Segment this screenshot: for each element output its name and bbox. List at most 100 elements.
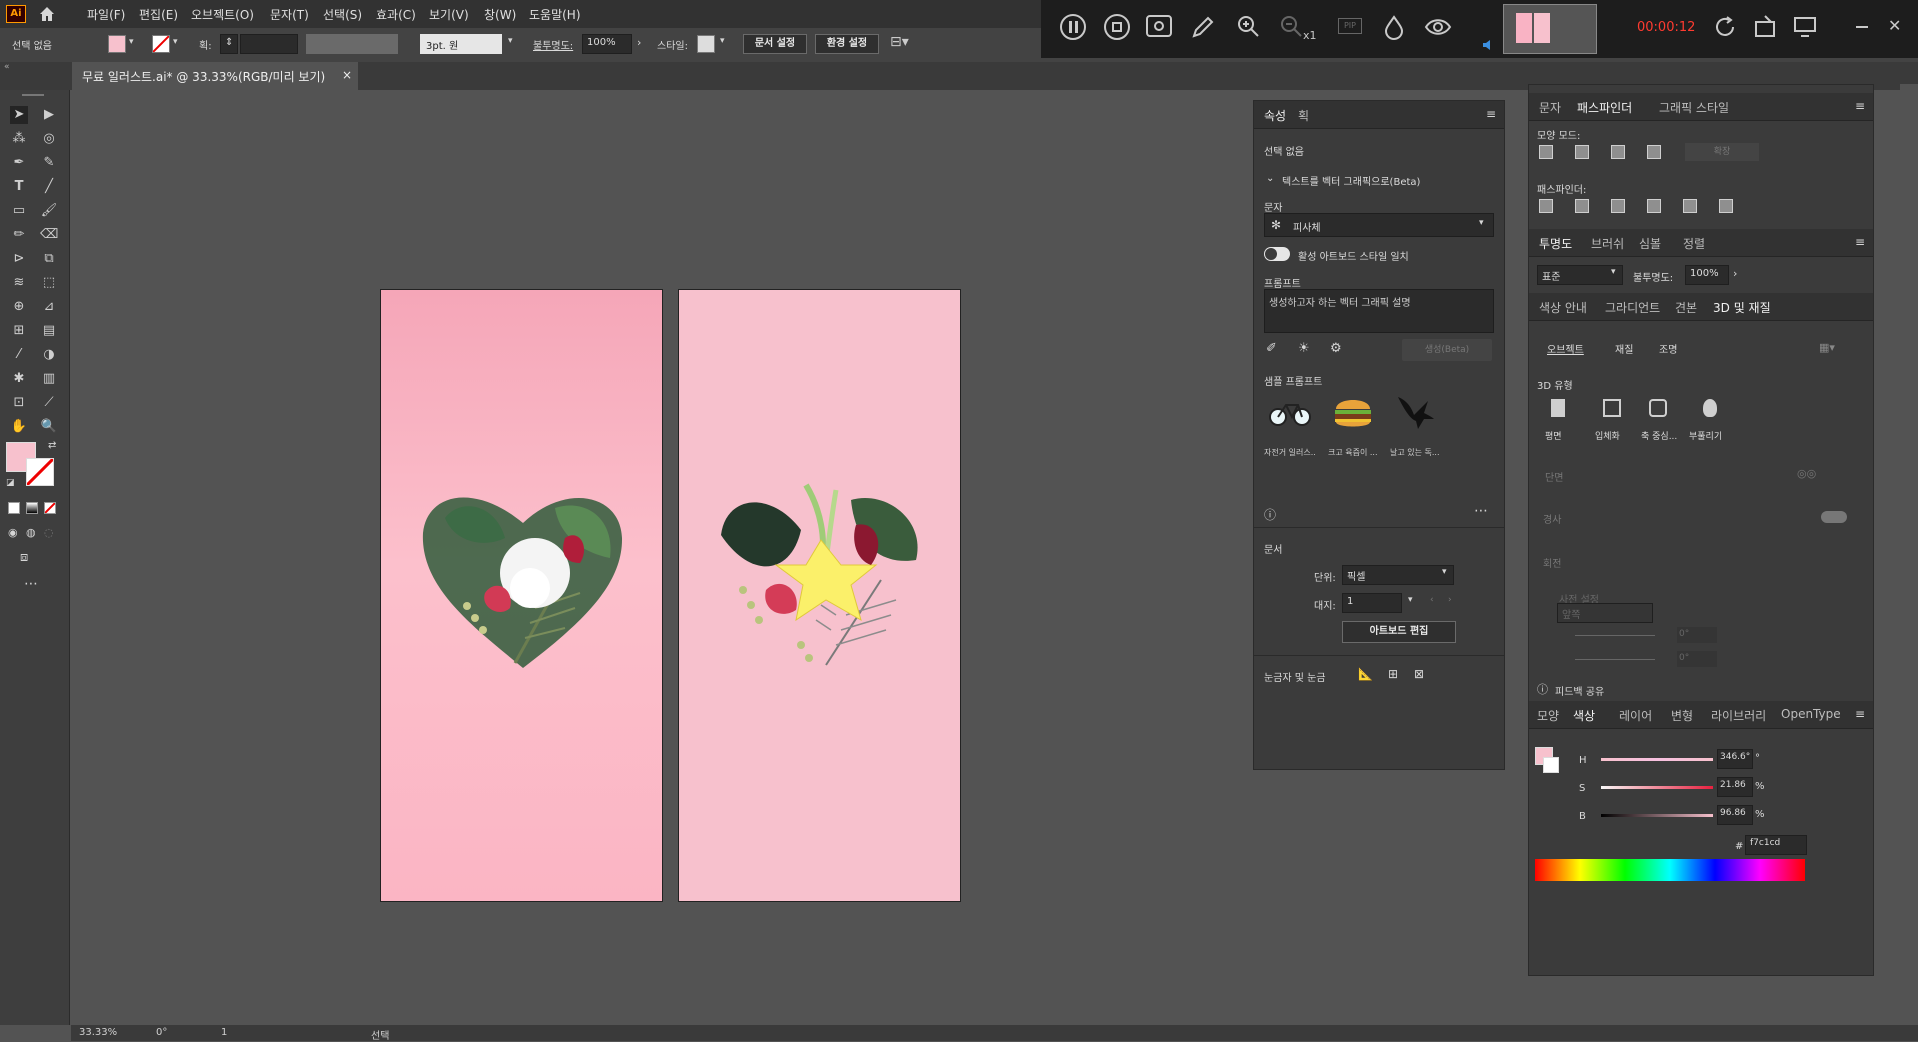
tab-opentype[interactable]: OpenType	[1781, 707, 1841, 721]
artboard-dropdown[interactable]: 1	[1342, 593, 1402, 613]
paintbrush-tool-icon[interactable]: 🖌	[40, 202, 58, 220]
tab-graphic-styles[interactable]: 그래픽 스타일	[1659, 99, 1729, 116]
document-tab[interactable]: 무료 일러스트.ai* @ 33.33%(RGB/미리 보기) ×	[72, 62, 358, 90]
preview-thumbnail[interactable]	[1503, 4, 1597, 54]
render-icon[interactable]: ▦▾	[1819, 341, 1835, 354]
menu-effect[interactable]: 효과(C)	[376, 6, 416, 23]
style-picker-icon[interactable]: ✐	[1266, 341, 1277, 356]
merge-icon[interactable]	[1611, 199, 1625, 213]
tab-gradient[interactable]: 그라디언트	[1605, 299, 1660, 316]
status-mode[interactable]: 선택	[371, 1027, 389, 1042]
rotation-field[interactable]: 0°	[156, 1027, 167, 1038]
variable-width-profile[interactable]	[306, 34, 398, 54]
bird-icon[interactable]	[1394, 391, 1438, 435]
chevron-right-icon[interactable]: ›	[637, 36, 641, 49]
screenshot-icon[interactable]	[1146, 15, 1172, 37]
units-dropdown[interactable]: 픽셀	[1342, 565, 1454, 585]
match-style-toggle[interactable]	[1264, 247, 1290, 261]
tab-appearance[interactable]: 모양	[1537, 707, 1559, 724]
menu-window[interactable]: 창(W)	[484, 6, 516, 23]
zoom-field[interactable]: 33.33%	[79, 1027, 117, 1038]
saturation-slider[interactable]	[1601, 786, 1713, 789]
edit-artboard-button[interactable]: 아트보드 편집	[1342, 621, 1456, 643]
crop-icon[interactable]	[1753, 14, 1777, 40]
menu-view[interactable]: 보기(V)	[429, 6, 469, 23]
zoom-out-icon[interactable]	[1279, 14, 1303, 38]
slice-tool-icon[interactable]: ⟋	[40, 394, 58, 412]
menu-help[interactable]: 도움말(H)	[529, 6, 581, 23]
zoom-in-icon[interactable]	[1236, 14, 1260, 38]
draw-normal-icon[interactable]: ◉	[8, 526, 18, 539]
inflate-icon[interactable]	[1703, 399, 1717, 417]
ruler-icon[interactable]: 📐	[1358, 667, 1373, 681]
eye-icon[interactable]	[1424, 14, 1452, 40]
stroke-color-box[interactable]	[25, 457, 55, 487]
color-mode-icon[interactable]	[8, 502, 20, 514]
tab-character[interactable]: 문자	[1539, 99, 1561, 116]
generate-button[interactable]: 생성(Beta)	[1402, 339, 1492, 361]
minus-back-icon[interactable]	[1719, 199, 1733, 213]
eyedropper-tool-icon[interactable]: ⁄	[10, 346, 28, 364]
y-field[interactable]: 0°	[1677, 651, 1717, 667]
draw-behind-icon[interactable]: ◍	[26, 526, 36, 539]
prompt-input[interactable]: 생성하고자 하는 벡터 그래픽 설명	[1264, 289, 1494, 333]
tab-brushes[interactable]: 브러쉬	[1591, 235, 1624, 252]
magic-wand-tool-icon[interactable]: ⁂	[10, 130, 28, 148]
screen-mode-icon[interactable]: ⧈	[20, 550, 28, 565]
pixel-grid-icon[interactable]: ⊠	[1414, 667, 1424, 681]
artboard-vector[interactable]	[678, 289, 961, 902]
type-tool-icon[interactable]: T	[10, 178, 28, 196]
revolve-icon[interactable]	[1649, 399, 1667, 417]
panel-menu-icon[interactable]: ≡	[1855, 235, 1865, 249]
brush-definition[interactable]: 3pt. 원	[420, 34, 502, 54]
preferences-button[interactable]: 환경 설정	[815, 34, 879, 54]
grid-icon[interactable]: ⊞	[1388, 667, 1398, 681]
close-tab-icon[interactable]: ×	[342, 68, 352, 82]
tab-pathfinder[interactable]: 패스파인더	[1577, 99, 1632, 116]
drop-icon[interactable]	[1381, 14, 1407, 40]
unite-icon[interactable]	[1539, 145, 1553, 159]
menu-select[interactable]: 선택(S)	[323, 6, 362, 23]
curvature-tool-icon[interactable]: ✎	[40, 154, 58, 172]
color-spectrum[interactable]	[1535, 859, 1805, 881]
burger-icon[interactable]	[1332, 393, 1374, 431]
h-field[interactable]: 346.6°	[1717, 749, 1753, 769]
arrange-documents-icon[interactable]: ⊟▾	[890, 34, 909, 50]
more-tools-icon[interactable]: ⋯	[24, 576, 38, 592]
divide-icon[interactable]	[1539, 199, 1553, 213]
stroke-stepper[interactable]: ⇕	[220, 34, 238, 54]
pip-button[interactable]: PIP	[1338, 18, 1362, 34]
tab-stroke[interactable]: 획	[1298, 107, 1309, 124]
tab-object[interactable]: 오브젝트	[1547, 341, 1584, 356]
tab-symbols[interactable]: 심볼	[1639, 235, 1661, 252]
line-tool-icon[interactable]: ╱	[40, 178, 58, 196]
opacity-label[interactable]: 불투명도:	[533, 37, 573, 52]
artboard-photo[interactable]	[380, 289, 663, 902]
menu-object[interactable]: 오브젝트(O)	[191, 6, 254, 23]
tab-align[interactable]: 정렬	[1683, 235, 1705, 252]
tab-3d-materials[interactable]: 3D 및 재질	[1713, 299, 1771, 316]
refresh-icon[interactable]	[1713, 15, 1737, 39]
lightbulb-icon[interactable]: ☀	[1298, 341, 1310, 356]
menu-type[interactable]: 문자(T)	[270, 6, 309, 23]
tab-transparency[interactable]: 투명도	[1539, 235, 1572, 252]
tab-layers[interactable]: 레이어	[1619, 707, 1652, 724]
menu-file[interactable]: 파일(F)	[87, 6, 125, 23]
free-transform-tool-icon[interactable]: ⬚	[40, 274, 58, 292]
plane-icon[interactable]	[1551, 399, 1565, 417]
eraser-tool-icon[interactable]: ⌫	[40, 226, 58, 244]
exclude-icon[interactable]	[1647, 145, 1661, 159]
expand-button[interactable]: 확장	[1685, 143, 1759, 161]
canvas[interactable]	[71, 90, 1252, 1025]
zoom-tool-icon[interactable]: 🔍	[40, 418, 58, 436]
home-icon[interactable]	[38, 5, 56, 23]
outline-icon[interactable]	[1683, 199, 1697, 213]
tab-swatches[interactable]: 견본	[1675, 299, 1697, 316]
bevel-options-icon[interactable]: ◎◎	[1797, 467, 1816, 480]
next-artboard-icon[interactable]: ›	[1448, 595, 1452, 605]
tab-lighting[interactable]: 조명	[1659, 341, 1677, 356]
settings-icon[interactable]: ⚙	[1330, 341, 1342, 356]
stroke-swatch[interactable]	[152, 35, 170, 53]
pen-tool-icon[interactable]: ✒	[10, 154, 28, 172]
chevron-down-icon[interactable]: ▾	[1408, 595, 1413, 605]
